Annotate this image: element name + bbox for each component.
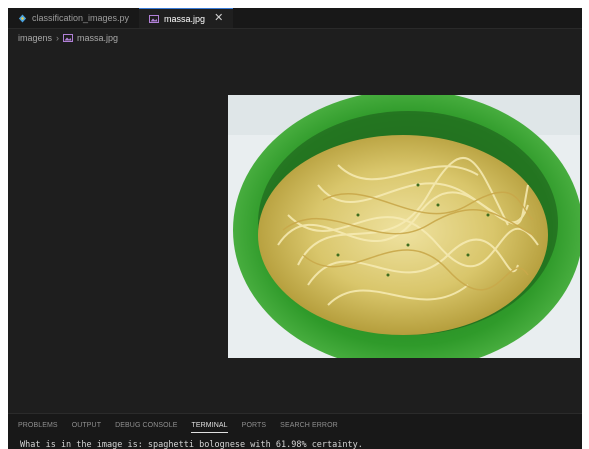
tab-terminal[interactable]: TERMINAL <box>191 422 228 433</box>
tab-debug-console[interactable]: DEBUG CONSOLE <box>115 422 177 433</box>
image-file-icon <box>149 14 160 23</box>
tab-label: massa.jpg <box>164 13 206 24</box>
chevron-right-icon: › <box>56 33 60 43</box>
breadcrumb: imagens › massa.jpg <box>18 31 118 45</box>
tab-massa-jpg[interactable]: massa.jpg ✕ <box>139 8 234 28</box>
bottom-panel: PROBLEMS OUTPUT DEBUG CONSOLE TERMINAL P… <box>8 413 582 449</box>
close-icon[interactable]: ✕ <box>214 13 223 24</box>
tab-search-error[interactable]: SEARCH ERROR <box>280 422 338 433</box>
spaghetti-bowl-image <box>228 95 580 358</box>
image-file-icon <box>63 34 74 42</box>
image-viewer <box>8 48 582 413</box>
terminal-output[interactable]: What is in the image is: spaghetti bolog… <box>20 440 363 449</box>
breadcrumb-file[interactable]: massa.jpg <box>77 33 118 43</box>
editor-tab-bar: classification_images.py massa.jpg ✕ <box>8 8 582 29</box>
tab-output[interactable]: OUTPUT <box>72 422 101 433</box>
tab-label: classification_images.py <box>32 13 130 23</box>
panel-tab-bar: PROBLEMS OUTPUT DEBUG CONSOLE TERMINAL P… <box>18 422 338 433</box>
python-file-icon <box>18 13 27 23</box>
breadcrumb-folder[interactable]: imagens <box>18 33 52 43</box>
pasta-image <box>228 95 580 358</box>
tab-ports[interactable]: PORTS <box>242 422 267 433</box>
tab-problems[interactable]: PROBLEMS <box>18 422 58 433</box>
editor-window: classification_images.py massa.jpg ✕ ima… <box>8 8 582 449</box>
tab-classification-images-py[interactable]: classification_images.py <box>8 8 139 28</box>
